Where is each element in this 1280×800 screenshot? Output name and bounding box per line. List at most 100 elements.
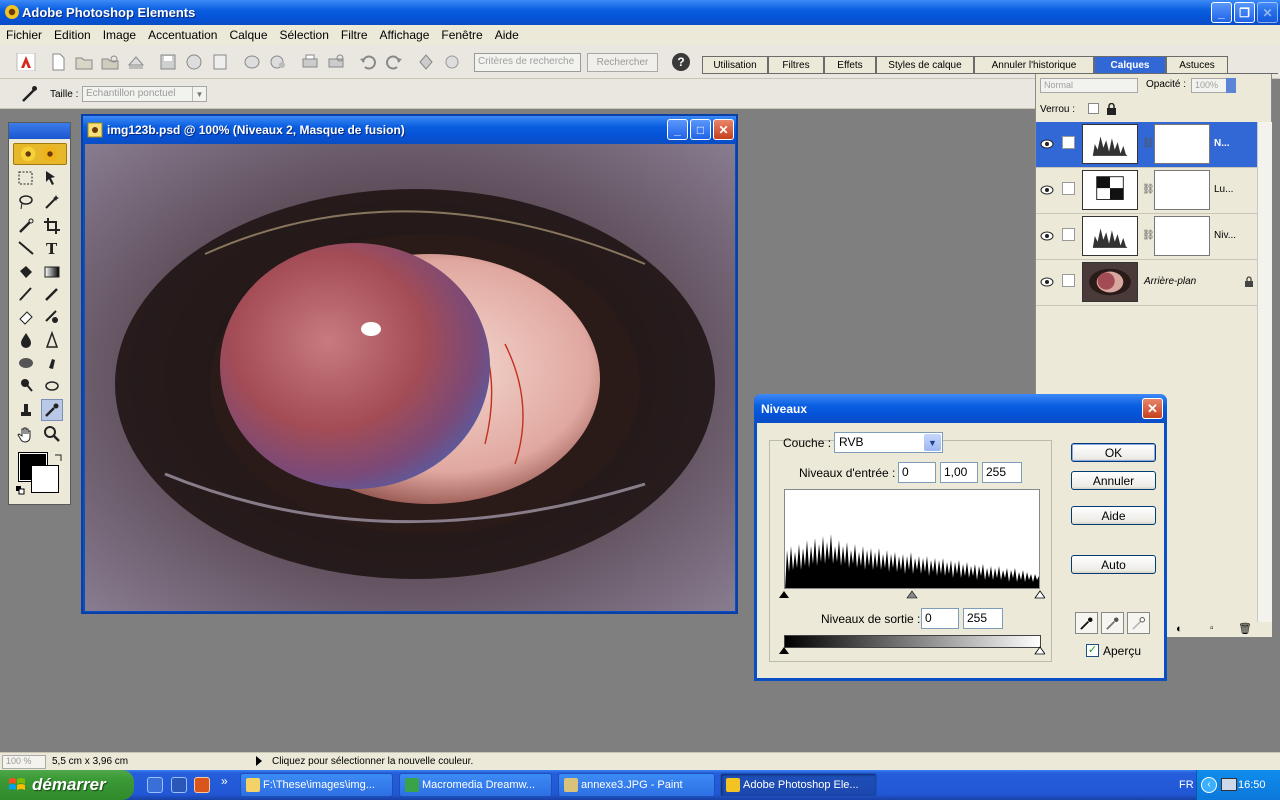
start-button[interactable]: démarrer	[0, 770, 134, 800]
tab-astuces[interactable]: Astuces	[1166, 56, 1228, 74]
new-layer-icon[interactable]: ▫	[1210, 623, 1214, 634]
new-adjustment-layer-icon[interactable]: ◐	[1176, 623, 1183, 635]
input-black-field[interactable]: 0	[898, 462, 936, 483]
auto-button[interactable]: Auto	[1071, 555, 1156, 574]
open-folder-icon[interactable]	[74, 53, 94, 71]
layer-mask-thumbnail[interactable]	[1154, 170, 1210, 210]
tab-effets[interactable]: Effets	[824, 56, 876, 74]
browse-icon[interactable]	[100, 53, 120, 71]
eyedropper-tool-icon[interactable]	[41, 399, 63, 421]
layer-link-checkbox[interactable]	[1062, 274, 1075, 287]
chain-link-icon[interactable]: ⛓	[1142, 138, 1155, 149]
tab-annuler-historique[interactable]: Annuler l'historique	[974, 56, 1094, 74]
menu-selection[interactable]: Sélection	[274, 28, 335, 42]
restore-button[interactable]: ❐	[1234, 2, 1255, 23]
eye-icon[interactable]	[1040, 138, 1054, 150]
task-paint[interactable]: annexe3.JPG - Paint	[558, 773, 715, 797]
move-tool-icon[interactable]	[41, 167, 63, 189]
preview-checkbox[interactable]: ✓	[1086, 644, 1099, 657]
redo-icon[interactable]	[384, 53, 404, 71]
marquee-tool-icon[interactable]	[15, 167, 37, 189]
chain-link-icon[interactable]: ⛓	[1142, 184, 1155, 195]
burn-tool-icon[interactable]	[41, 373, 63, 395]
eye-icon[interactable]	[1040, 230, 1054, 242]
doc-maximize-button[interactable]: □	[690, 119, 711, 140]
gray-eyedropper-icon[interactable]	[1101, 612, 1124, 634]
output-white-field[interactable]: 255	[963, 608, 1003, 629]
chevron-down-icon[interactable]: ▼	[192, 87, 206, 101]
eyedropper-icon[interactable]	[20, 84, 38, 104]
image-canvas[interactable]	[85, 144, 735, 611]
layers-scrollbar[interactable]	[1257, 122, 1272, 622]
zoom-tool-icon[interactable]	[41, 423, 63, 445]
search-input[interactable]: Critères de recherche	[474, 53, 581, 72]
network-icon[interactable]	[1221, 778, 1237, 791]
tab-calques[interactable]: Calques	[1094, 56, 1166, 74]
status-menu-arrow-icon[interactable]	[256, 756, 262, 766]
layer-link-checkbox[interactable]	[1062, 136, 1075, 149]
dodge-tool-icon[interactable]	[15, 373, 37, 395]
swap-colors-icon[interactable]	[53, 453, 63, 463]
red-eye-brush-icon[interactable]	[41, 305, 63, 327]
paint-bucket-icon[interactable]	[15, 261, 37, 283]
color-picker-icon[interactable]	[442, 53, 462, 71]
sample-size-select[interactable]: Echantillon ponctuel ▼	[82, 86, 207, 102]
output-black-field[interactable]: 0	[921, 608, 959, 629]
line-tool-icon[interactable]	[15, 237, 37, 259]
blur-tool-icon[interactable]	[15, 329, 37, 351]
adobe-logo-icon[interactable]	[16, 52, 36, 72]
trash-icon[interactable]: 🗑	[1238, 622, 1252, 635]
save-web-icon[interactable]	[184, 53, 204, 71]
input-sliders[interactable]	[779, 590, 1045, 600]
doc-close-button[interactable]: ✕	[713, 119, 734, 140]
sharpen-tool-icon[interactable]	[41, 329, 63, 351]
layer-mask-thumbnail[interactable]	[1154, 124, 1210, 164]
menu-calque[interactable]: Calque	[223, 28, 273, 42]
layer-row[interactable]: ⛓ Niv...	[1036, 214, 1257, 260]
white-eyedropper-icon[interactable]	[1127, 612, 1150, 634]
tab-styles-de-calque[interactable]: Styles de calque	[876, 56, 974, 74]
cancel-button[interactable]: Annuler	[1071, 471, 1156, 490]
opacity-slider-arrow-icon[interactable]	[1226, 78, 1236, 93]
doc-minimize-button[interactable]: _	[667, 119, 688, 140]
selection-brush-icon[interactable]	[15, 215, 37, 237]
crop-tool-icon[interactable]	[41, 215, 63, 237]
type-tool-icon[interactable]: T	[41, 237, 63, 259]
language-indicator[interactable]: FR	[1179, 779, 1194, 791]
gradient-tool-icon[interactable]	[41, 261, 63, 283]
ie-quicklaunch-icon[interactable]	[147, 777, 163, 793]
menu-filtre[interactable]: Filtre	[335, 28, 374, 42]
close-button[interactable]: ✕	[1257, 2, 1278, 23]
zoom-field[interactable]: 100 %	[2, 755, 46, 769]
menu-image[interactable]: Image	[97, 28, 142, 42]
lock-icon[interactable]	[1106, 103, 1117, 115]
task-dreamweaver[interactable]: Macromedia Dreamw...	[399, 773, 552, 797]
email-icon[interactable]	[242, 53, 262, 71]
new-file-icon[interactable]	[48, 53, 68, 71]
chevron-down-icon[interactable]: ▼	[924, 434, 941, 451]
blend-mode-select[interactable]: Normal	[1040, 78, 1138, 93]
pencil-tool-icon[interactable]	[41, 283, 63, 305]
menu-fenetre[interactable]: Fenêtre	[435, 28, 488, 42]
layer-link-checkbox[interactable]	[1062, 228, 1075, 241]
layer-row[interactable]: ⛓ Lu...	[1036, 168, 1257, 214]
messenger-quicklaunch-icon[interactable]	[171, 777, 187, 793]
sponge-tool-icon[interactable]	[15, 351, 37, 373]
background-color-swatch[interactable]	[31, 465, 59, 493]
layer-row[interactable]: Arrière-plan	[1036, 260, 1257, 306]
clone-stamp-icon[interactable]	[15, 399, 37, 421]
default-colors-icon[interactable]	[15, 485, 25, 495]
levels-titlebar[interactable]: Niveaux ✕	[754, 394, 1167, 423]
print-icon[interactable]	[300, 53, 320, 71]
eraser-tool-icon[interactable]	[15, 305, 37, 327]
lock-transparency-checkbox[interactable]	[1088, 103, 1099, 114]
smudge-tool-icon[interactable]	[41, 351, 63, 373]
input-white-field[interactable]: 255	[982, 462, 1022, 483]
toolbox-header[interactable]	[9, 123, 70, 139]
search-button[interactable]: Rechercher	[587, 53, 658, 72]
online-services-icon[interactable]	[268, 53, 288, 71]
quicklaunch-more-icon[interactable]: »	[221, 774, 228, 788]
chain-link-icon[interactable]: ⛓	[1142, 230, 1155, 241]
layer-link-checkbox[interactable]	[1062, 182, 1075, 195]
lasso-tool-icon[interactable]	[15, 191, 37, 213]
